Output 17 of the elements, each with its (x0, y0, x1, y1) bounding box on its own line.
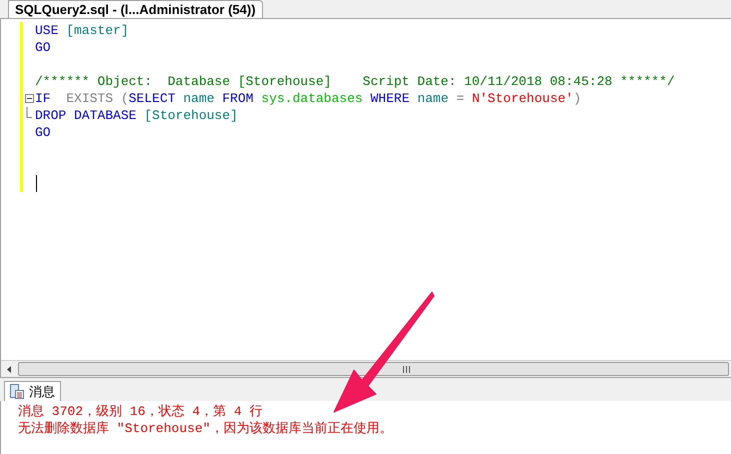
document-tab[interactable]: SQLQuery2.sql - (l...Administrator (54)) (8, 0, 263, 18)
code-line: DROP DATABASE [Storehouse] (35, 107, 238, 124)
error-message: 无法删除数据库 "Storehouse"，因为该数据库当前正在使用。 (18, 420, 394, 437)
grip-icon (403, 366, 410, 372)
fold-end-icon (26, 107, 32, 119)
document-list-icon (10, 384, 24, 399)
code-line: USE [master] (35, 22, 129, 39)
collapse-icon[interactable] (24, 94, 34, 103)
code-line: /****** Object: Database [Storehouse] Script Date: 10/11/2018 08:45:28 ******/ (35, 73, 675, 90)
code-line: IF EXISTS (SELECT name FROM sys.databases WHERE name = N'Storehouse') (35, 90, 582, 107)
horizontal-scrollbar[interactable] (1, 360, 731, 377)
messages-tab[interactable]: 消息 (4, 381, 61, 401)
code-line: GO (35, 39, 51, 56)
text-cursor (36, 175, 37, 192)
error-message: 消息 3702，级别 16，状态 4，第 4 行 (18, 403, 264, 420)
code-line: GO (35, 124, 51, 141)
scrollbar-thumb[interactable] (18, 362, 729, 376)
